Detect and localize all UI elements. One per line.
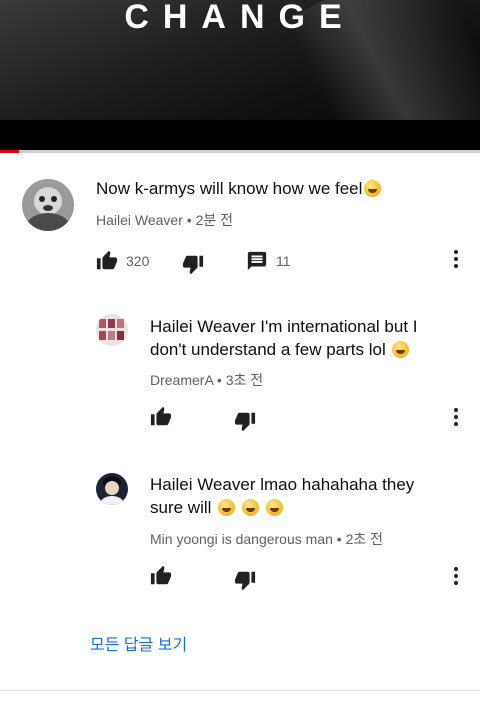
avatar[interactable]	[22, 179, 74, 231]
reply-author[interactable]: Min yoongi is dangerous man	[150, 531, 333, 547]
like-button[interactable]: 320	[96, 249, 149, 273]
meta-separator: •	[336, 531, 342, 547]
thumbs-up-icon	[150, 406, 172, 428]
meta-separator: •	[216, 372, 222, 388]
reply-author[interactable]: DreamerA	[150, 372, 213, 388]
reply-text-line-with-emoji: don't understand a few parts lol	[150, 338, 470, 361]
video-letterbox	[0, 120, 480, 150]
reply-meta: DreamerA • 3초 전	[150, 370, 263, 390]
reply-text: Hailei Weaver I'm international but I do…	[150, 315, 470, 361]
comment-body: Now k-armys will know how we feel	[96, 179, 363, 198]
grinning-squint-face-icon	[265, 499, 283, 516]
reply-meta: Min yoongi is dangerous man • 2초 전	[150, 529, 383, 549]
more-vert-icon	[444, 405, 468, 434]
video-progress-bar[interactable]	[0, 150, 480, 153]
thumbs-down-icon	[234, 569, 256, 591]
reply-text-line: Hailei Weaver lmao hahahaha they	[150, 475, 415, 494]
thumbs-down-icon	[234, 410, 256, 432]
more-options-button[interactable]	[444, 249, 468, 273]
comment-timestamp: 2분 전	[195, 212, 234, 228]
avatar[interactable]	[96, 314, 128, 346]
slightly-smiling-face-icon	[392, 341, 410, 358]
grinning-squint-face-icon	[218, 499, 236, 516]
comment-meta: Hailei Weaver • 2분 전	[96, 210, 233, 230]
reply-button[interactable]: 11	[246, 249, 291, 273]
avatar[interactable]	[96, 473, 128, 505]
more-vert-icon	[444, 247, 468, 276]
thumbs-up-icon	[150, 565, 172, 587]
dislike-button[interactable]	[234, 568, 256, 592]
reply-actions	[150, 564, 470, 591]
more-options-button[interactable]	[444, 407, 468, 431]
reply-timestamp: 2초 전	[345, 531, 384, 547]
comment-icon	[246, 250, 268, 272]
thumbs-down-icon	[182, 253, 204, 275]
more-options-button[interactable]	[444, 566, 468, 590]
reply-timestamp: 3초 전	[225, 372, 264, 388]
comment-author[interactable]: Hailei Weaver	[96, 212, 183, 228]
reply-text-line: sure will	[150, 498, 212, 517]
thumbs-up-icon	[96, 250, 118, 272]
meta-separator: •	[186, 212, 192, 228]
grinning-squint-face-icon	[241, 499, 259, 516]
reply-text-line-with-emoji: sure will	[150, 496, 470, 519]
reply-count: 11	[276, 253, 291, 269]
dislike-button[interactable]	[182, 252, 204, 276]
progress-played	[0, 150, 20, 153]
like-button[interactable]	[150, 564, 172, 588]
video-title-overlay: CHANGE	[124, 0, 356, 36]
more-vert-icon	[444, 564, 468, 593]
reply-text-line: Hailei Weaver I'm international but I	[150, 317, 418, 336]
reply-actions	[150, 405, 470, 432]
grinning-squint-face-icon	[364, 180, 382, 197]
view-all-replies-link[interactable]: 모든 답글 보기	[90, 631, 187, 655]
dislike-button[interactable]	[234, 409, 256, 433]
reply-text: Hailei Weaver lmao hahahaha they sure wi…	[150, 473, 470, 519]
comment-actions: 320 11	[96, 249, 476, 276]
progress-buffered	[0, 150, 231, 153]
like-button[interactable]	[150, 405, 172, 429]
like-count: 320	[126, 253, 150, 269]
divider	[0, 690, 480, 691]
comment-text: Now k-armys will know how we feel	[96, 177, 382, 200]
reply-text-line: don't understand a few parts lol	[150, 340, 386, 359]
video-player[interactable]: CHANGE	[0, 0, 480, 150]
